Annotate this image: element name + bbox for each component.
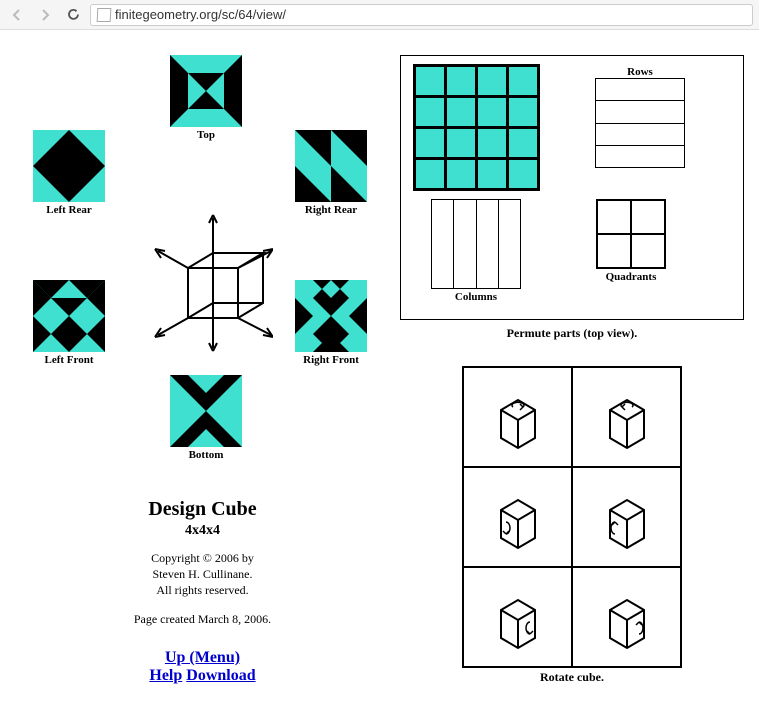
face-top-label: Top bbox=[170, 129, 242, 141]
permute-columns[interactable]: Columns bbox=[431, 199, 521, 303]
rotate-right-ccw[interactable] bbox=[463, 567, 572, 667]
up-link[interactable]: Up (Menu) bbox=[165, 649, 240, 666]
copyright-block: Copyright © 2006 by Steven H. Cullinane.… bbox=[15, 551, 390, 598]
face-right-rear-pattern bbox=[295, 130, 367, 202]
face-left-front[interactable]: Left Front bbox=[33, 280, 105, 366]
permute-panel: Rows Columns Quadrants bbox=[400, 55, 744, 320]
download-link[interactable]: Download bbox=[186, 667, 255, 684]
face-left-rear-pattern bbox=[33, 130, 105, 202]
face-right-rear[interactable]: Right Rear bbox=[295, 130, 367, 216]
right-column: Rows Columns Quadrants Permute parts (to… bbox=[400, 55, 744, 685]
rotate-right-cw[interactable] bbox=[572, 567, 681, 667]
face-left-front-pattern bbox=[33, 280, 105, 352]
permute-caption: Permute parts (top view). bbox=[400, 326, 744, 341]
cube-faces-layout: Top Left Rear Right Rear Left Front Righ… bbox=[15, 55, 390, 480]
browser-toolbar: finitegeometry.org/sc/64/view/ bbox=[0, 0, 759, 30]
url-text: finitegeometry.org/sc/64/view/ bbox=[115, 7, 286, 22]
face-right-rear-label: Right Rear bbox=[295, 204, 367, 216]
face-bottom-pattern bbox=[170, 375, 242, 447]
permute-rows[interactable]: Rows bbox=[595, 64, 685, 168]
forward-button[interactable] bbox=[34, 4, 56, 26]
wireframe-cube bbox=[153, 213, 273, 353]
back-button[interactable] bbox=[6, 4, 28, 26]
rows-icon bbox=[595, 78, 685, 168]
page-content: Top Left Rear Right Rear Left Front Righ… bbox=[0, 30, 759, 710]
permute-topview[interactable] bbox=[413, 64, 540, 191]
face-left-rear[interactable]: Left Rear bbox=[33, 130, 105, 216]
grid-4x4-icon bbox=[413, 64, 540, 191]
face-left-front-label: Left Front bbox=[33, 354, 105, 366]
page-subtitle: 4x4x4 bbox=[15, 523, 390, 539]
page-icon bbox=[97, 8, 112, 22]
rotate-top-ccw[interactable] bbox=[463, 367, 572, 467]
left-column: Top Left Rear Right Rear Left Front Righ… bbox=[15, 55, 390, 685]
face-bottom[interactable]: Bottom bbox=[170, 375, 242, 461]
rotate-left-cw[interactable] bbox=[572, 467, 681, 567]
face-top[interactable]: Top bbox=[170, 55, 242, 141]
face-top-pattern bbox=[170, 55, 242, 127]
columns-icon bbox=[431, 199, 521, 289]
face-right-front-pattern bbox=[295, 280, 367, 352]
reload-button[interactable] bbox=[62, 4, 84, 26]
address-bar[interactable]: finitegeometry.org/sc/64/view/ bbox=[90, 4, 753, 26]
rotate-caption: Rotate cube. bbox=[462, 670, 682, 685]
face-right-front-label: Right Front bbox=[295, 354, 367, 366]
quadrants-icon bbox=[596, 199, 666, 269]
rotate-top-cw[interactable] bbox=[572, 367, 681, 467]
page-created: Page created March 8, 2006. bbox=[15, 612, 390, 627]
rotate-left-ccw[interactable] bbox=[463, 467, 572, 567]
nav-links: Up (Menu) Help Download bbox=[15, 649, 390, 685]
rotate-panel bbox=[462, 366, 682, 668]
permute-quadrants[interactable]: Quadrants bbox=[596, 199, 666, 283]
face-right-front[interactable]: Right Front bbox=[295, 280, 367, 366]
title-block: Design Cube 4x4x4 Copyright © 2006 by St… bbox=[15, 498, 390, 685]
page-title: Design Cube bbox=[15, 498, 390, 521]
face-left-rear-label: Left Rear bbox=[33, 204, 105, 216]
help-link[interactable]: Help bbox=[149, 667, 182, 684]
face-bottom-label: Bottom bbox=[170, 449, 242, 461]
